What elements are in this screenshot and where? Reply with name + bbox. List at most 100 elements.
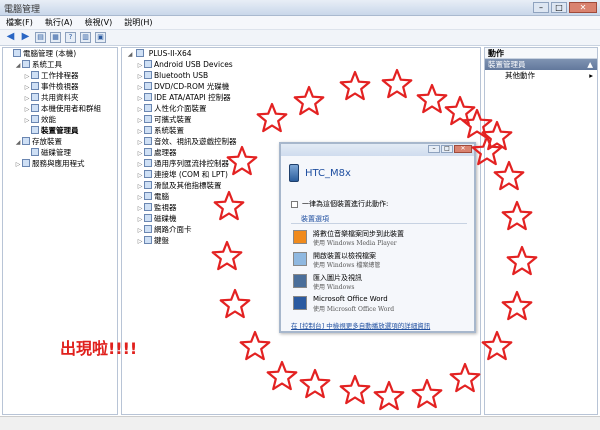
device-category-icon	[144, 159, 152, 167]
actions-section-device-manager[interactable]: 裝置管理員 ▲	[485, 59, 597, 70]
autoplay-maximize-button[interactable]: □	[441, 145, 453, 153]
media-player-icon	[293, 230, 307, 244]
maximize-button[interactable]: □	[551, 2, 567, 13]
star-icon	[501, 290, 533, 321]
properties-icon[interactable]: ▥	[80, 32, 91, 43]
autoplay-device-name: HTC_M8x	[305, 167, 351, 179]
device-category-icon	[144, 115, 152, 123]
console-node-icon	[31, 71, 39, 79]
phone-icon	[289, 164, 299, 182]
device-category-label: DVD/CD-ROM 光碟機	[154, 82, 230, 91]
device-tree-root[interactable]: ◢ PLUS-II-X64	[122, 48, 480, 59]
device-category-icon	[144, 203, 152, 211]
device-category-label: 連接埠 (COM 和 LPT)	[154, 170, 228, 179]
device-category-item[interactable]: ▷ Android USB Devices	[122, 59, 480, 70]
device-category-icon	[144, 192, 152, 200]
device-category-label: 網路介面卡	[154, 225, 192, 234]
help-icon[interactable]: ?	[65, 32, 76, 43]
autoplay-option[interactable]: 匯入圖片及視訊 使用 Windows	[293, 272, 469, 292]
window-controls: – □ ✕	[533, 2, 597, 13]
device-category-item[interactable]: ▷ Bluetooth USB	[122, 70, 480, 81]
console-tree-item-label: 系統工具	[32, 60, 62, 69]
device-category-label: Bluetooth USB	[154, 71, 209, 80]
console-tree-item[interactable]: ◢ 系統工具	[3, 59, 117, 70]
device-tree-root-label: PLUS-II-X64	[148, 49, 192, 58]
control-panel-link[interactable]: 在 [控制台] 中檢視更多自動播放選項的詳細資訊	[291, 320, 430, 330]
window-titlebar: 電腦管理 – □ ✕	[0, 0, 600, 16]
console-node-icon	[22, 60, 30, 68]
actions-header: 動作	[485, 48, 597, 59]
close-button[interactable]: ✕	[569, 2, 597, 13]
expand-icon[interactable]: ▷	[136, 236, 144, 247]
device-category-icon	[144, 82, 152, 90]
menu-action[interactable]: 執行(A)	[45, 16, 73, 29]
device-category-label: 滑鼠及其他指標裝置	[154, 181, 222, 190]
expand-icon[interactable]: ▷	[14, 159, 22, 170]
device-category-icon	[144, 93, 152, 101]
autoplay-option[interactable]: 開啟裝置以檢視檔案 使用 Windows 檔案總管	[293, 250, 469, 270]
console-tree-item[interactable]: ▷ 共用資料夾	[3, 92, 117, 103]
console-tree-item[interactable]: 磁碟管理	[3, 147, 117, 158]
collapse-up-icon[interactable]: ▲	[587, 59, 593, 70]
autoplay-option[interactable]: 將數位音樂檔案同步到此裝置 使用 Windows Media Player	[293, 228, 469, 248]
console-node-icon	[31, 126, 39, 134]
star-icon	[266, 360, 298, 391]
menu-help[interactable]: 說明(H)	[124, 16, 152, 29]
device-category-icon	[144, 137, 152, 145]
star-icon	[449, 362, 481, 393]
forward-arrow-icon[interactable]: ▶	[20, 32, 31, 43]
always-do-option[interactable]: 一律為這個裝置進行此動作:	[291, 199, 388, 209]
device-category-label: Android USB Devices	[154, 60, 233, 69]
device-category-label: 通用序列匯流排控制器	[154, 159, 229, 168]
always-do-checkbox[interactable]	[291, 200, 298, 208]
menu-view[interactable]: 檢視(V)	[85, 16, 113, 29]
console-node-icon	[31, 93, 39, 101]
console-tree-item[interactable]: ▷ 本機使用者和群組	[3, 103, 117, 114]
star-icon	[411, 378, 443, 409]
device-category-icon	[144, 126, 152, 134]
star-icon	[219, 288, 251, 319]
menu-file[interactable]: 檔案(F)	[6, 16, 33, 29]
device-category-icon	[144, 236, 152, 244]
scan-hardware-icon[interactable]: ▣	[95, 32, 106, 43]
console-tree-item[interactable]: ▷ 效能	[3, 114, 117, 125]
device-category-label: 處理器	[154, 148, 177, 157]
star-icon	[506, 245, 538, 276]
actions-section-label: 裝置管理員	[488, 60, 526, 69]
minimize-button[interactable]: –	[533, 2, 549, 13]
console-tree-item[interactable]: 裝置管理員	[3, 125, 117, 136]
show-hide-tree-icon[interactable]: ▦	[50, 32, 61, 43]
console-tree-item[interactable]: ▷ 服務與應用程式	[3, 158, 117, 169]
autoplay-option[interactable]: Microsoft Office Word 使用 Microsoft Office…	[293, 294, 469, 314]
autoplay-option-title: Microsoft Office Word	[313, 295, 388, 303]
console-tree-item-label: 效能	[41, 115, 56, 124]
autoplay-minimize-button[interactable]: –	[428, 145, 440, 153]
device-category-icon	[144, 214, 152, 222]
star-icon	[256, 102, 288, 133]
up-folder-icon[interactable]: ▤	[35, 32, 46, 43]
device-category-label: 監視器	[154, 203, 177, 212]
star-icon	[293, 85, 325, 116]
toolbar: ◀ ▶ ▤ ▦ ? ▥ ▣	[0, 30, 600, 46]
console-tree-item[interactable]: ▷ 事件檢視器	[3, 81, 117, 92]
actions-item-more[interactable]: 其他動作 ▸	[485, 70, 597, 81]
actions-item-more-label: 其他動作	[505, 71, 535, 80]
device-category-item[interactable]: ▷ 系統裝置	[122, 125, 480, 136]
folder-icon	[293, 252, 307, 266]
device-category-icon	[144, 225, 152, 233]
console-tree-item-label: 磁碟管理	[41, 148, 71, 157]
star-icon	[239, 330, 271, 361]
device-category-icon	[144, 60, 152, 68]
autoplay-device-header: HTC_M8x	[289, 164, 351, 182]
device-options-divider	[291, 223, 467, 224]
console-tree-item[interactable]: ▷ 工作排程器	[3, 70, 117, 81]
device-category-label: 系統裝置	[154, 126, 184, 135]
console-tree-item-label: 裝置管理員	[41, 126, 79, 135]
console-tree-item[interactable]: 電腦管理 (本機)	[3, 48, 117, 59]
console-tree-item[interactable]: ◢ 存放裝置	[3, 136, 117, 147]
star-icon	[226, 145, 258, 176]
back-arrow-icon[interactable]: ◀	[5, 32, 16, 43]
autoplay-option-subtitle: 使用 Microsoft Office Word	[313, 306, 395, 313]
star-icon	[381, 68, 413, 99]
device-category-icon	[144, 71, 152, 79]
